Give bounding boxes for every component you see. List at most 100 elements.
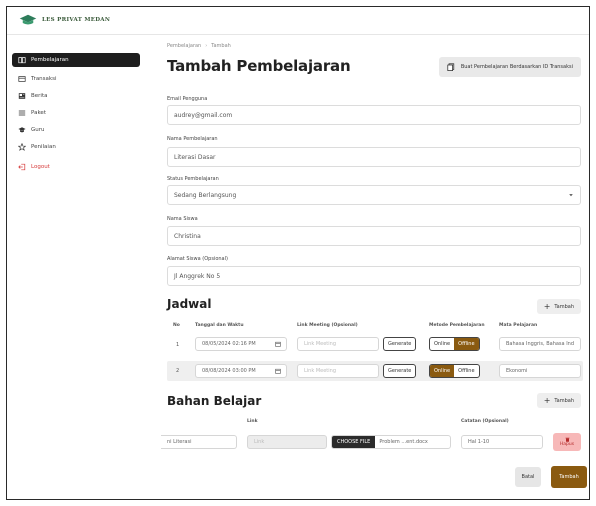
online-option[interactable]: Online bbox=[430, 338, 454, 350]
app-frame: LES PRIVAT MEDAN Pembelajaran Transaksi … bbox=[6, 6, 590, 500]
datetime-input[interactable]: 08/05/2024 02:16 PM bbox=[195, 337, 287, 351]
datetime-input[interactable]: 08/08/2024 03:00 PM bbox=[195, 364, 287, 378]
mapel-input[interactable]: Ekonomi bbox=[499, 364, 581, 378]
chevron-down-icon bbox=[569, 194, 573, 197]
sidebar-item-label: Berita bbox=[31, 93, 48, 99]
email-field[interactable]: audrey@gmail.com bbox=[167, 105, 581, 125]
delete-label: Hapus bbox=[559, 442, 575, 447]
add-jadwal-button[interactable]: + Tambah bbox=[536, 299, 581, 314]
sidebar-item-paket[interactable]: Paket bbox=[12, 106, 140, 120]
graduation-cap-logo-icon bbox=[19, 14, 37, 25]
delete-bahan-button[interactable]: Hapus bbox=[553, 433, 581, 451]
th-tanggal: Tanggal dan Waktu bbox=[195, 323, 244, 328]
page-title: Tambah Pembelajaran bbox=[167, 57, 351, 75]
mode-toggle[interactable]: Online Offline bbox=[429, 337, 480, 351]
breadcrumb-separator: › bbox=[205, 43, 208, 49]
status-select[interactable]: Sedang Berlangsung bbox=[167, 185, 581, 205]
email-label: Email Pengguna bbox=[167, 96, 208, 102]
jadwal-title: Jadwal bbox=[167, 297, 212, 311]
plus-icon: + bbox=[543, 395, 551, 405]
breadcrumb-parent[interactable]: Pembelajaran bbox=[167, 43, 201, 49]
receipt-icon bbox=[18, 75, 26, 83]
nama-siswa-field[interactable]: Christina bbox=[167, 226, 581, 246]
cancel-button[interactable]: Batal bbox=[515, 467, 541, 487]
file-input[interactable]: CHOOSE FILE Problem ...ent.docx bbox=[331, 435, 451, 449]
link-meeting-placeholder: Link Meeting bbox=[304, 341, 336, 347]
file-name: Problem ...ent.docx bbox=[379, 439, 428, 445]
mapel-value: Ekonomi bbox=[506, 368, 528, 374]
sidebar-item-guru[interactable]: Guru bbox=[12, 123, 140, 137]
choose-file-button[interactable]: CHOOSE FILE bbox=[332, 436, 376, 448]
link-meeting-placeholder: Link Meeting bbox=[304, 368, 336, 374]
add-bahan-button[interactable]: + Tambah bbox=[536, 393, 581, 408]
brand[interactable]: LES PRIVAT MEDAN bbox=[19, 14, 110, 26]
breadcrumb: Pembelajaran › Tambah bbox=[167, 43, 231, 49]
list-icon bbox=[18, 109, 26, 117]
mapel-input[interactable]: Bahasa Inggris, Bahasa Ind bbox=[499, 337, 581, 351]
generate-button[interactable]: Generate bbox=[383, 364, 417, 378]
row-no: 1 bbox=[176, 342, 180, 348]
alamat-field[interactable]: Jl Anggrek No 5 bbox=[167, 266, 581, 286]
bahan-name-value: ni Literasi bbox=[167, 439, 192, 445]
sidebar-item-penilaian[interactable]: Penilaian bbox=[12, 140, 140, 154]
sidebar: Pembelajaran Transaksi Berita Paket Guru bbox=[7, 35, 149, 499]
generate-label: Generate bbox=[388, 341, 412, 347]
generate-button[interactable]: Generate bbox=[383, 337, 417, 351]
nama-pembelajaran-field[interactable]: Literasi Dasar bbox=[167, 147, 581, 167]
bahan-name-input[interactable]: ni Literasi bbox=[161, 435, 237, 449]
top-bar: LES PRIVAT MEDAN bbox=[7, 7, 589, 35]
sidebar-item-pembelajaran[interactable]: Pembelajaran bbox=[12, 53, 140, 67]
status-value: Sedang Berlangsung bbox=[174, 191, 237, 199]
nama-pembelajaran-value: Literasi Dasar bbox=[174, 153, 216, 161]
bahan-link-placeholder: Link bbox=[254, 439, 265, 445]
nama-siswa-label: Nama Siswa bbox=[167, 216, 198, 222]
email-value: audrey@gmail.com bbox=[174, 111, 233, 119]
star-icon bbox=[18, 143, 26, 151]
document-copy-icon bbox=[447, 63, 454, 71]
th-bahan-link: Link bbox=[247, 419, 258, 424]
datetime-value: 08/08/2024 03:00 PM bbox=[202, 368, 256, 374]
nama-siswa-value: Christina bbox=[174, 232, 201, 240]
link-meeting-input[interactable]: Link Meeting bbox=[297, 337, 379, 351]
sidebar-item-label: Penilaian bbox=[31, 144, 56, 150]
bahan-belajar-title: Bahan Belajar bbox=[167, 394, 262, 408]
sidebar-item-logout[interactable]: Logout bbox=[12, 160, 140, 174]
th-mapel: Mata Pelajaran bbox=[499, 323, 538, 328]
calendar-icon[interactable] bbox=[275, 368, 281, 374]
online-option[interactable]: Online bbox=[430, 365, 455, 377]
sidebar-item-label: Paket bbox=[31, 110, 46, 116]
status-label: Status Pembelajaran bbox=[167, 176, 219, 182]
catatan-value: Hal 1-10 bbox=[468, 439, 490, 445]
brand-name: LES PRIVAT MEDAN bbox=[42, 17, 111, 23]
offline-option[interactable]: Offline bbox=[454, 365, 478, 377]
graduation-cap-icon bbox=[18, 126, 26, 134]
catatan-input[interactable]: Hal 1-10 bbox=[461, 435, 543, 449]
nama-pembelajaran-label: Nama Pembelajaran bbox=[167, 136, 218, 142]
offline-option[interactable]: Offline bbox=[454, 338, 479, 350]
create-from-transaction-button[interactable]: Buat Pembelajaran Berdasarkan ID Transak… bbox=[438, 57, 581, 77]
calendar-icon[interactable] bbox=[275, 341, 281, 347]
add-bahan-label: Tambah bbox=[554, 397, 574, 404]
plus-icon: + bbox=[543, 301, 551, 311]
newspaper-icon bbox=[18, 92, 26, 100]
th-catatan: Catatan (Opsional) bbox=[461, 419, 509, 424]
sidebar-item-label: Pembelajaran bbox=[31, 57, 69, 63]
link-meeting-input[interactable]: Link Meeting bbox=[297, 364, 379, 378]
sidebar-item-label: Guru bbox=[31, 127, 45, 133]
book-icon bbox=[18, 56, 26, 64]
th-metode: Metode Pembelajaran bbox=[429, 323, 485, 328]
sidebar-item-transaksi[interactable]: Transaksi bbox=[12, 72, 140, 86]
submit-button[interactable]: Tambah bbox=[551, 466, 587, 488]
create-from-transaction-label: Buat Pembelajaran Berdasarkan ID Transak… bbox=[460, 64, 573, 70]
sidebar-item-label: Transaksi bbox=[31, 76, 57, 82]
row-no: 2 bbox=[176, 368, 180, 374]
sidebar-item-berita[interactable]: Berita bbox=[12, 89, 140, 103]
th-no: No bbox=[173, 323, 180, 328]
datetime-value: 08/05/2024 02:16 PM bbox=[202, 341, 256, 347]
bahan-link-input[interactable]: Link bbox=[247, 435, 327, 449]
alamat-value: Jl Anggrek No 5 bbox=[174, 272, 221, 280]
alamat-label: Alamat Siswa (Opsional) bbox=[167, 256, 228, 262]
generate-label: Generate bbox=[388, 368, 412, 374]
mode-toggle[interactable]: Online Offline bbox=[429, 364, 480, 378]
add-jadwal-label: Tambah bbox=[554, 303, 574, 310]
